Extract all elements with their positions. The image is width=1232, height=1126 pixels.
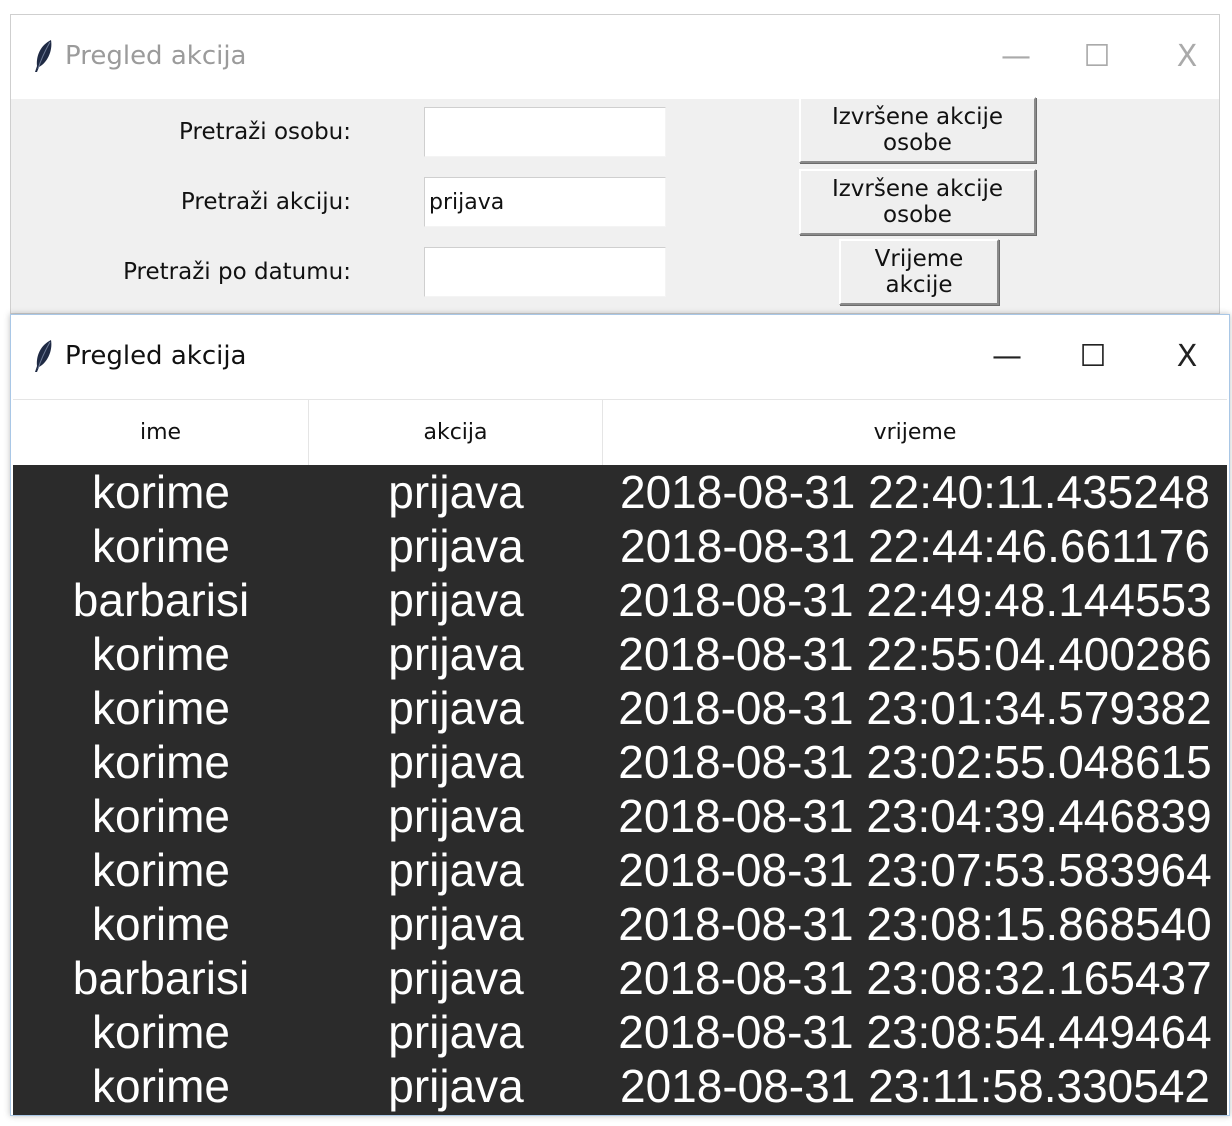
cell-akcija: prijava [388,1006,524,1058]
table-row[interactable]: korime prijava 2018-08-31 23:11:58.330542 [13,1059,1227,1113]
cell-akcija: prijava [388,466,524,518]
cell-ime: barbarisi [72,952,250,1004]
cell-akcija: prijava [388,520,524,572]
person-actions-button[interactable]: Izvršene akcije osobe [799,97,1036,163]
table-row[interactable]: barbarisi prijava 2018-08-31 23:08:32.1654… [13,951,1227,1005]
back-maximize-button[interactable]: ☐ [1077,37,1117,77]
cell-akcija: prijava [388,628,524,680]
cell-vrijeme: 2018-08-31 22:44:46.661176 [619,520,1210,572]
actions-table: ime akcija vrijeme korime prijava 2018-08-… [13,399,1227,1115]
cell-vrijeme: 2018-08-31 23:02:55.048615 [618,736,1212,788]
table-row[interactable]: korime prijava 2018-08-31 22:44:46.661176 [13,519,1227,573]
cell-ime: barbarisi [72,574,250,626]
search-action-label: Pretraži akciju: [180,189,351,215]
table-row[interactable]: korime prijava 2018-08-31 22:40:11.435248 [13,465,1227,519]
cell-akcija: prijava [388,844,524,896]
front-window-title: Pregled akcija [65,341,247,371]
column-header-akcija[interactable]: akcija [309,400,603,465]
feather-icon [35,340,52,372]
cell-vrijeme: 2018-08-31 23:04:39.446839 [618,790,1212,842]
search-date-input[interactable] [424,247,666,297]
search-person-label: Pretraži osobu: [179,119,351,145]
cell-ime: korime [91,466,231,518]
cell-ime: korime [91,1006,231,1058]
cell-akcija: prijava [388,898,524,950]
action-time-button[interactable]: Vrijeme akcije [839,239,999,305]
cell-ime: korime [91,520,231,572]
cell-akcija: prijava [388,1060,524,1112]
back-minimize-button[interactable]: — [996,37,1036,77]
feather-icon [35,40,52,72]
cell-akcija: prijava [388,574,524,626]
table-row[interactable]: korime prijava 2018-08-31 23:08:54.449464 [13,1005,1227,1059]
cell-vrijeme: 2018-08-31 22:55:04.400286 [618,628,1212,680]
cell-ime: korime [91,844,231,896]
search-date-label: Pretraži po datumu: [123,259,351,285]
search-person-input[interactable] [424,107,666,157]
search-action-input[interactable] [424,177,666,227]
back-window-title: Pregled akcija [65,41,247,71]
front-minimize-button[interactable]: — [987,337,1027,377]
cell-vrijeme: 2018-08-31 23:07:53.583964 [618,844,1212,896]
table-row[interactable]: korime prijava 2018-08-31 23:07:53.583964 [13,843,1227,897]
table-body: korime prijava 2018-08-31 22:40:11.435248 k… [13,465,1227,1115]
front-maximize-button[interactable]: ☐ [1073,337,1113,377]
cell-ime: korime [91,790,231,842]
back-close-button[interactable]: X [1167,37,1207,77]
back-window: Pregled akcija — ☐ X Pretraži osobu: Pre… [10,14,1220,314]
cell-ime: korime [91,1060,231,1112]
cell-vrijeme: 2018-08-31 23:01:34.579382 [618,682,1212,734]
table-header: ime akcija vrijeme [13,399,1227,465]
cell-vrijeme: 2018-08-31 22:40:11.435248 [619,466,1210,518]
cell-ime: korime [91,898,231,950]
front-close-button[interactable]: X [1167,337,1207,377]
column-header-vrijeme[interactable]: vrijeme [603,400,1227,465]
table-row[interactable]: barbarisi prijava 2018-08-31 22:49:48.1445… [13,573,1227,627]
cell-vrijeme: 2018-08-31 23:11:58.330542 [619,1060,1210,1112]
table-row[interactable]: korime prijava 2018-08-31 23:02:55.048615 [13,735,1227,789]
front-window: Pregled akcija — ☐ X ime akcija vrijeme … [10,314,1230,1116]
table-row[interactable]: korime prijava 2018-08-31 22:55:04.400286 [13,627,1227,681]
cell-akcija: prijava [388,790,524,842]
cell-vrijeme: 2018-08-31 23:08:54.449464 [618,1006,1212,1058]
table-row[interactable]: korime prijava 2018-08-31 23:04:39.446839 [13,789,1227,843]
cell-ime: korime [91,682,231,734]
back-window-titlebar[interactable]: Pregled akcija — ☐ X [11,15,1219,99]
cell-akcija: prijava [388,682,524,734]
table-row[interactable]: korime prijava 2018-08-31 23:01:34.579382 [13,681,1227,735]
cell-vrijeme: 2018-08-31 23:08:32.165437 [618,952,1212,1004]
front-window-titlebar[interactable]: Pregled akcija — ☐ X [11,315,1229,399]
cell-akcija: prijava [388,736,524,788]
person-actions-button-2[interactable]: Izvršene akcije osobe [799,169,1036,235]
cell-vrijeme: 2018-08-31 22:49:48.144553 [618,574,1212,626]
cell-akcija: prijava [388,952,524,1004]
cell-ime: korime [91,628,231,680]
column-header-ime[interactable]: ime [13,400,309,465]
cell-ime: korime [91,736,231,788]
cell-vrijeme: 2018-08-31 23:08:15.868540 [618,898,1212,950]
table-row[interactable]: korime prijava 2018-08-31 23:08:15.868540 [13,897,1227,951]
